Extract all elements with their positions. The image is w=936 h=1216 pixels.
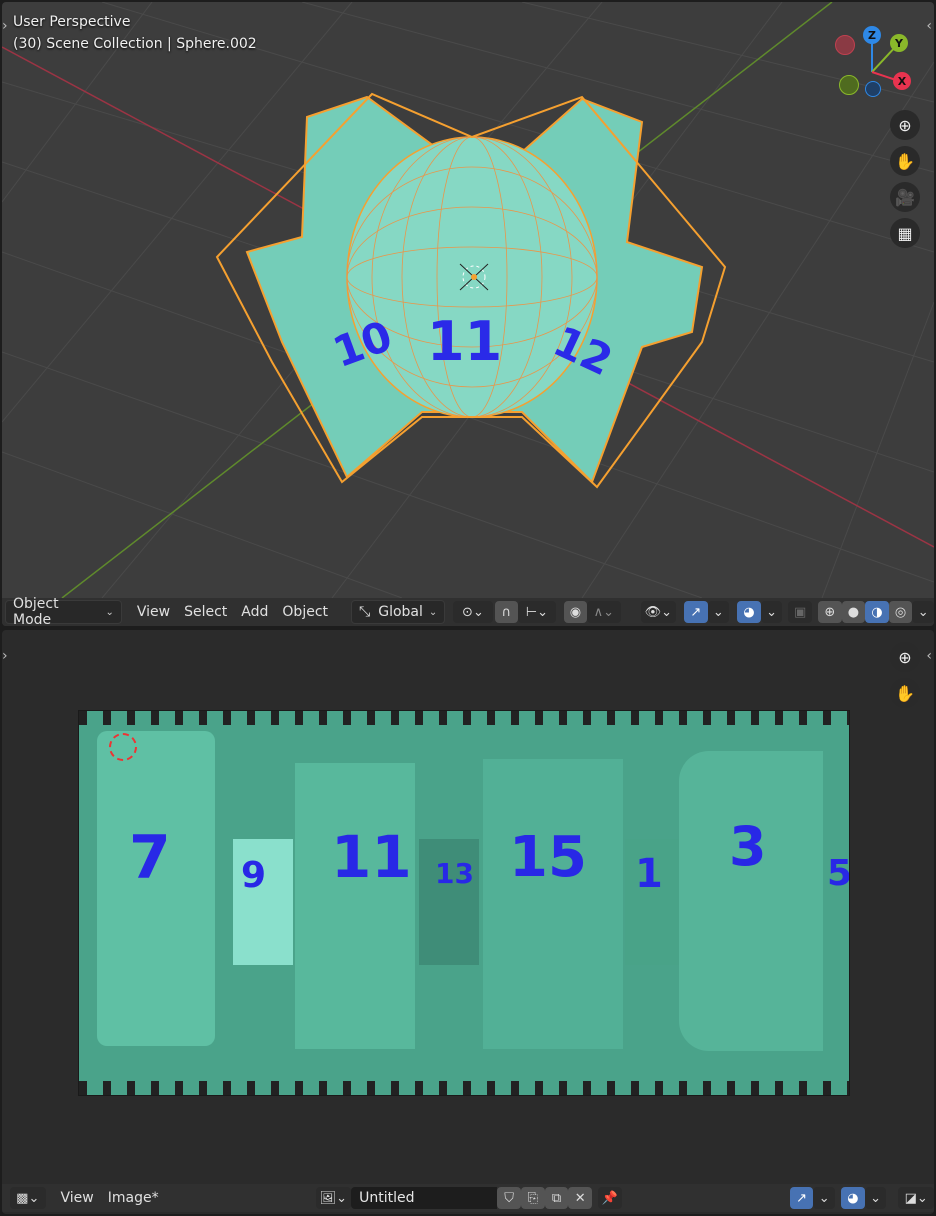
texture-number: 13 bbox=[435, 857, 474, 890]
image-name-field[interactable]: Untitled bbox=[351, 1187, 498, 1209]
gizmo-neg-y[interactable] bbox=[839, 75, 859, 95]
texture-number: 7 bbox=[129, 823, 171, 893]
menu-view[interactable]: View bbox=[54, 1187, 101, 1209]
display-channels-dropdown[interactable]: ◪⌄ bbox=[898, 1187, 934, 1209]
selected-mesh bbox=[215, 92, 727, 489]
texture-panel bbox=[483, 759, 623, 1049]
image-editor-header: ▩⌄ View Image* 🖼⌄ Untitled ⛉ ⎘ ⧉ ✕ 📌 ↗ ⌄… bbox=[2, 1184, 934, 1212]
hand-pan-icon[interactable]: ✋ bbox=[890, 146, 920, 176]
viewport-collection-label: (30) Scene Collection | Sphere.002 bbox=[13, 36, 257, 52]
viewport-scene[interactable]: 11 10 12 bbox=[2, 2, 934, 598]
transform-orientation-icon: ⤡ bbox=[359, 604, 371, 620]
texture-image[interactable]: 7 9 11 13 15 1 3 5 bbox=[78, 710, 850, 1096]
gizmo-y[interactable]: Y bbox=[890, 34, 908, 52]
sidebar-expand-icon[interactable]: ‹ bbox=[926, 18, 932, 34]
mode-label: Object Mode bbox=[13, 596, 59, 626]
texture-top-border bbox=[79, 711, 849, 725]
close-icon[interactable]: ✕ bbox=[568, 1187, 593, 1209]
shading-solid-icon[interactable]: ● bbox=[841, 601, 866, 623]
toolbar-expand-icon[interactable]: › bbox=[2, 18, 8, 34]
texture-number: 1 bbox=[635, 851, 663, 897]
texture-number: 3 bbox=[729, 815, 767, 878]
shading-dropdown[interactable]: ⌄ bbox=[912, 601, 934, 623]
texture-number: 9 bbox=[241, 855, 267, 896]
overlay-toggle-icon[interactable]: ◕ bbox=[737, 601, 761, 623]
viewport-header: Object Mode ⌄ View Select Add Object ⤡ Glo… bbox=[2, 596, 934, 626]
texture-number: 11 bbox=[331, 823, 412, 891]
gizmo-toggle-icon[interactable]: ↗ bbox=[789, 1187, 814, 1209]
texture-panel bbox=[679, 751, 823, 1051]
open-image-icon[interactable]: ⧉ bbox=[544, 1187, 569, 1209]
overlay-dropdown[interactable]: ⌄ bbox=[864, 1187, 887, 1209]
overlay-toggle-icon[interactable]: ◕ bbox=[841, 1187, 865, 1209]
xray-toggle-icon[interactable]: ▣ bbox=[788, 601, 812, 623]
image-editor[interactable]: › ‹ ⊕ ✋ 7 9 11 13 15 1 3 5 ▩⌄ View Image… bbox=[2, 630, 934, 1214]
hand-pan-icon[interactable]: ✋ bbox=[890, 678, 920, 708]
overlay-dropdown[interactable]: ⌄ bbox=[760, 601, 783, 623]
image-browse-dropdown[interactable]: 🖼⌄ bbox=[315, 1187, 352, 1209]
gizmo-neg-z[interactable] bbox=[865, 81, 881, 97]
menu-add[interactable]: Add bbox=[234, 601, 275, 623]
pivot-point-dropdown[interactable]: ⊙⌄ bbox=[453, 601, 493, 623]
gizmo-dropdown[interactable]: ⌄ bbox=[813, 1187, 836, 1209]
texture-number: 5 bbox=[827, 853, 850, 894]
snap-target-dropdown[interactable]: ⊢⌄ bbox=[518, 601, 556, 623]
zoom-icon[interactable]: ⊕ bbox=[890, 110, 920, 140]
orientation-dropdown[interactable]: ⤡ Global ⌄ bbox=[351, 600, 446, 624]
texture-panel bbox=[295, 763, 415, 1049]
texture-bottom-border bbox=[79, 1081, 849, 1095]
2d-cursor-icon[interactable] bbox=[109, 733, 137, 761]
shading-material-icon[interactable]: ◑ bbox=[865, 601, 889, 623]
gizmo-dropdown[interactable]: ⌄ bbox=[707, 601, 730, 623]
toolbar-expand-icon[interactable]: › bbox=[2, 648, 8, 664]
mode-dropdown[interactable]: Object Mode ⌄ bbox=[5, 596, 122, 626]
falloff-dropdown[interactable]: ∧⌄ bbox=[587, 601, 621, 623]
sidebar-expand-icon[interactable]: ‹ bbox=[926, 648, 932, 664]
pin-icon[interactable]: 📌 bbox=[598, 1187, 622, 1209]
menu-select[interactable]: Select bbox=[177, 601, 234, 623]
menu-image[interactable]: Image* bbox=[101, 1187, 166, 1209]
menu-view[interactable]: View bbox=[130, 601, 177, 623]
visibility-dropdown[interactable]: 👁⌄ bbox=[640, 601, 676, 623]
mesh-number-11: 11 bbox=[427, 310, 502, 373]
proportional-edit-icon[interactable]: ◉ bbox=[563, 601, 588, 623]
fake-user-shield-icon[interactable]: ⛉ bbox=[497, 1187, 521, 1209]
gizmo-x[interactable]: X bbox=[893, 72, 911, 90]
orientation-label: Global bbox=[378, 604, 423, 620]
chevron-down-icon: ⌄ bbox=[428, 606, 438, 618]
viewport-perspective-label: User Perspective bbox=[13, 14, 131, 30]
editor-type-dropdown[interactable]: ▩⌄ bbox=[10, 1187, 46, 1209]
navigation-gizmo[interactable]: Z Y X bbox=[832, 26, 912, 106]
gizmo-z[interactable]: Z bbox=[863, 26, 881, 44]
new-image-icon[interactable]: ⎘ bbox=[520, 1187, 545, 1209]
shading-wireframe-icon[interactable]: ⊕ bbox=[818, 601, 842, 623]
chevron-down-icon: ⌄ bbox=[105, 606, 114, 618]
3d-viewport[interactable]: 11 10 12 › ‹ User Perspective (30) Scene… bbox=[2, 2, 934, 626]
gizmo-toggle-icon[interactable]: ↗ bbox=[683, 601, 708, 623]
snap-toggle-icon[interactable]: ∩ bbox=[494, 601, 519, 623]
menu-object[interactable]: Object bbox=[275, 601, 335, 623]
shading-rendered-icon[interactable]: ◎ bbox=[888, 601, 913, 623]
texture-number: 15 bbox=[509, 825, 587, 890]
grid-ortho-icon[interactable]: ▦ bbox=[890, 218, 920, 248]
camera-icon[interactable]: 🎥 bbox=[890, 182, 920, 212]
gizmo-neg-x[interactable] bbox=[835, 35, 855, 55]
zoom-icon[interactable]: ⊕ bbox=[890, 642, 920, 672]
